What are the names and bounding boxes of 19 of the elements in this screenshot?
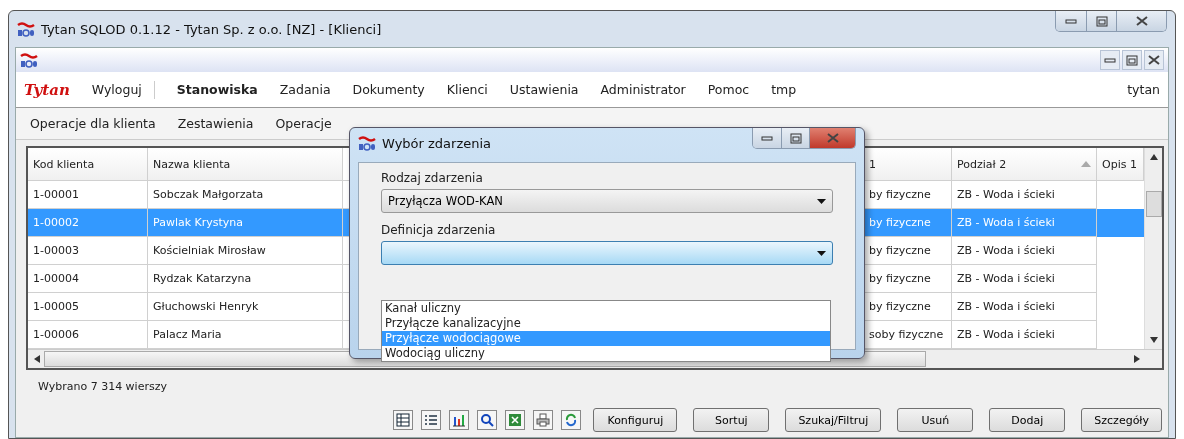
- field-label: Rodzaj zdarzenia: [381, 171, 484, 185]
- table-cell: Rydzak Katarzyna: [148, 265, 343, 293]
- user-name: tytan: [1127, 82, 1160, 97]
- table-cell: 1-00003: [28, 237, 148, 265]
- table-cell: ZB - Woda i ścieki: [952, 293, 1097, 321]
- field-label: Definicja zdarzenia: [381, 223, 497, 237]
- dialog-title: Wybór zdarzenia: [382, 135, 493, 151]
- brand-logo: Tytan: [24, 80, 70, 99]
- table-cell: 1-00002: [28, 209, 148, 237]
- table-cell: 1-00005: [28, 293, 148, 321]
- table-cell: Kościelniak Mirosław: [148, 237, 343, 265]
- window-title: Tytan SQLOD 0.1.12 - Tytan Sp. z o.o. [NZ] - [Klienci]: [41, 21, 383, 37]
- table-cell: ZB - Woda i ścieki: [952, 237, 1097, 265]
- table-cell: 1-00004: [28, 265, 148, 293]
- table-cell: ZB - Woda i ścieki: [952, 265, 1097, 293]
- table-cell: ZB - Woda i ścieki: [952, 209, 1097, 237]
- table-cell: Pawlak Krystyna: [148, 209, 343, 237]
- table-cell: Głuchowski Henryk: [148, 293, 343, 321]
- status-text: Wybrano 7 314 wierszy: [38, 379, 168, 395]
